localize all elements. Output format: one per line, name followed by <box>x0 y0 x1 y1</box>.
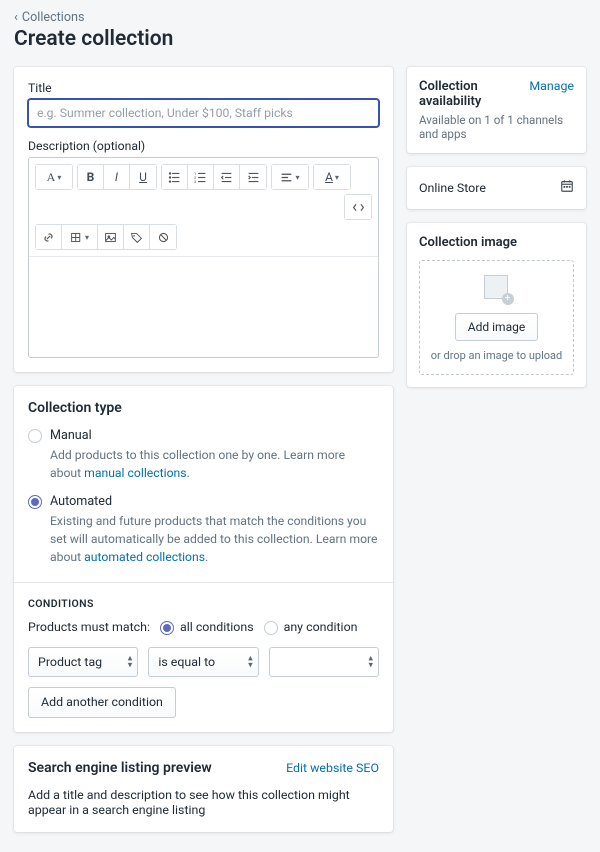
dropzone-hint: or drop an image to upload <box>426 349 567 362</box>
updown-icon: ▴▾ <box>128 656 133 669</box>
online-store-card: Online Store <box>407 167 586 209</box>
rte-tag-button[interactable] <box>124 225 150 249</box>
availability-sub: Available on 1 of 1 channels and apps <box>419 113 574 141</box>
seo-title: Search engine listing preview <box>28 760 212 776</box>
collection-type-title: Collection type <box>28 400 379 416</box>
rte-code-button[interactable] <box>345 195 371 219</box>
seo-help: Add a title and description to see how t… <box>28 788 379 818</box>
manual-help: Add products to this collection one by o… <box>50 447 379 482</box>
collection-image-title: Collection image <box>419 235 574 250</box>
radio-icon <box>264 621 278 635</box>
condition-field-select[interactable]: Product tag ▴▾ <box>28 647 138 677</box>
divider <box>14 582 393 583</box>
radio-icon <box>28 495 42 509</box>
updown-icon: ▴▾ <box>368 656 373 669</box>
rte-ul-button[interactable] <box>162 165 188 189</box>
breadcrumb[interactable]: ‹ Collections <box>14 10 586 25</box>
condition-value-select[interactable]: ▴▾ <box>269 647 379 677</box>
radio-icon <box>28 429 42 443</box>
rte-color-button[interactable]: A▾ <box>314 165 350 189</box>
seo-card: Search engine listing preview Edit websi… <box>14 746 393 832</box>
description-textarea[interactable] <box>29 257 378 357</box>
match-any-option[interactable]: any condition <box>264 620 358 635</box>
chevron-left-icon: ‹ <box>14 10 18 25</box>
rte-font-button[interactable]: A▾ <box>36 165 72 189</box>
rte-ol-button[interactable]: 123 <box>188 165 214 189</box>
rte-clear-button[interactable] <box>150 225 176 249</box>
match-any-label: any condition <box>284 620 358 635</box>
conditions-head: CONDITIONS <box>28 597 379 610</box>
radio-icon <box>160 621 174 635</box>
automated-radio-row[interactable]: Automated <box>28 494 379 509</box>
automated-help: Existing and future products that match … <box>50 513 379 566</box>
manage-link[interactable]: Manage <box>529 79 574 94</box>
calendar-icon[interactable] <box>560 179 574 197</box>
rte-link-button[interactable] <box>36 225 62 249</box>
rte-align-button[interactable]: ▾ <box>272 165 308 189</box>
manual-radio-label: Manual <box>50 428 92 443</box>
title-label: Title <box>28 81 379 95</box>
online-store-label: Online Store <box>419 181 486 196</box>
title-card: Title Description (optional) A▾ B I <box>14 67 393 372</box>
availability-title: Collection availability <box>419 79 529 109</box>
collection-image-card: Collection image + Add image or drop an … <box>407 223 586 387</box>
match-all-option[interactable]: all conditions <box>160 620 254 635</box>
match-all-label: all conditions <box>180 620 254 635</box>
rte-image-button[interactable] <box>98 225 124 249</box>
rte-outdent-button[interactable] <box>214 165 240 189</box>
image-placeholder-icon: + <box>482 275 512 303</box>
condition-row: Product tag ▴▾ is equal to ▴▾ ▴▾ <box>28 647 379 677</box>
edit-seo-link[interactable]: Edit website SEO <box>286 761 379 776</box>
updown-icon: ▴▾ <box>248 656 253 669</box>
rte-bold-button[interactable]: B <box>78 165 104 189</box>
page-title: Create collection <box>14 27 586 51</box>
add-condition-button[interactable]: Add another condition <box>28 687 176 718</box>
availability-card: Collection availability Manage Available… <box>407 67 586 153</box>
collection-type-card: Collection type Manual Add products to t… <box>14 386 393 732</box>
rte-toolbar: A▾ B I U 123 <box>29 158 378 257</box>
add-image-button[interactable]: Add image <box>455 313 538 341</box>
image-dropzone[interactable]: + Add image or drop an image to upload <box>419 260 574 375</box>
match-row: Products must match: all conditions any … <box>28 620 379 635</box>
match-label: Products must match: <box>28 620 150 635</box>
description-label: Description (optional) <box>28 139 379 153</box>
title-input[interactable] <box>28 99 379 127</box>
manual-collections-link[interactable]: manual collections <box>84 466 186 480</box>
online-store-row[interactable]: Online Store <box>407 167 586 209</box>
rte-table-button[interactable]: ▾ <box>62 225 98 249</box>
automated-collections-link[interactable]: automated collections <box>84 550 205 564</box>
condition-operator-select[interactable]: is equal to ▴▾ <box>148 647 258 677</box>
rte-italic-button[interactable]: I <box>104 165 130 189</box>
rte-editor: A▾ B I U 123 <box>28 157 379 358</box>
manual-radio-row[interactable]: Manual <box>28 428 379 443</box>
rte-indent-button[interactable] <box>240 165 266 189</box>
rte-underline-button[interactable]: U <box>130 165 156 189</box>
automated-radio-label: Automated <box>50 494 112 509</box>
svg-text:3: 3 <box>194 179 197 184</box>
breadcrumb-label: Collections <box>22 10 85 25</box>
